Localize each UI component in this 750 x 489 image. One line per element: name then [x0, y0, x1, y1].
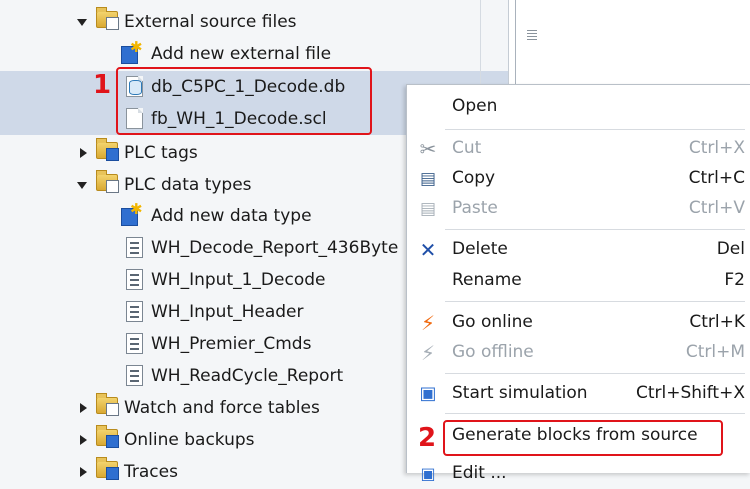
- tree-item-label: Online backups: [124, 430, 255, 450]
- tree-item-add-new-external-file[interactable]: ✱ Add new external file: [0, 38, 508, 70]
- details-splitter[interactable]: [515, 0, 516, 95]
- data-type-icon: [126, 301, 143, 322]
- data-types-folder-icon: [96, 170, 119, 193]
- menu-item-label: Cut: [452, 138, 482, 158]
- menu-item-label: Paste: [452, 198, 498, 218]
- menu-item-shortcut: Ctrl+Shift+X: [635, 383, 745, 403]
- menu-item-shortcut: Ctrl+C: [688, 168, 745, 188]
- tree-item-label: Add new data type: [151, 206, 312, 226]
- menu-separator: [445, 301, 745, 302]
- expand-arrow-icon[interactable]: [77, 19, 87, 26]
- tree-item-label: PLC data types: [124, 175, 252, 195]
- tree-item-label: WH_Decode_Report_436Byte: [151, 238, 399, 258]
- scissors-icon: ✂: [419, 137, 437, 161]
- go-online-icon: ⚡: [420, 311, 436, 335]
- delete-x-icon: ✕: [419, 238, 437, 262]
- expand-arrow-icon[interactable]: [77, 182, 87, 189]
- menu-item-label: Copy: [452, 168, 496, 188]
- menu-item-label: Edit ...: [452, 463, 507, 483]
- menu-item-shortcut: F2: [724, 270, 745, 290]
- menu-item-shortcut: Del: [716, 239, 745, 259]
- menu-separator: [445, 129, 745, 130]
- external-sources-folder-icon: [96, 7, 119, 30]
- go-offline-icon: ⚡: [420, 341, 436, 365]
- menu-item-open[interactable]: Open: [407, 92, 750, 122]
- menu-item-paste[interactable]: ▤ Paste Ctrl+V: [407, 194, 750, 224]
- menu-item-copy[interactable]: ▤ Copy Ctrl+C: [407, 164, 750, 194]
- tree-item-label: WH_Premier_Cmds: [151, 334, 312, 354]
- tree-item-label: WH_Input_1_Decode: [151, 270, 326, 290]
- add-new-icon: ✱: [119, 200, 143, 226]
- menu-separator: [445, 229, 745, 230]
- menu-item-rename[interactable]: Rename F2: [407, 266, 750, 296]
- menu-separator: [445, 373, 745, 374]
- menu-item-shortcut: Ctrl+M: [685, 342, 745, 362]
- tree-item-label: WH_ReadCycle_Report: [151, 366, 344, 386]
- context-menu: Open ✂ Cut Ctrl+X ▤ Copy Ctrl+C ▤ Paste …: [406, 84, 750, 483]
- tree-item-label: External source files: [124, 12, 297, 32]
- expand-arrow-icon[interactable]: [80, 467, 87, 477]
- menu-item-cut[interactable]: ✂ Cut Ctrl+X: [407, 134, 750, 164]
- expand-arrow-icon[interactable]: [80, 435, 87, 445]
- menu-item-label: Rename: [452, 270, 522, 290]
- online-backups-folder-icon: [96, 425, 119, 448]
- tree-item-label: Traces: [124, 462, 178, 482]
- drag-handle-icon[interactable]: [527, 30, 537, 40]
- menu-item-delete[interactable]: ✕ Delete Del: [407, 235, 750, 265]
- expand-arrow-icon[interactable]: [80, 148, 87, 158]
- watch-tables-folder-icon: [96, 393, 119, 416]
- menu-item-label: Go online: [452, 312, 533, 332]
- callout-box-2: [443, 420, 723, 456]
- tree-item-label: Add new external file: [151, 44, 332, 64]
- callout-box-1: [116, 67, 372, 135]
- data-type-icon: [126, 269, 143, 290]
- data-type-icon: [126, 237, 143, 258]
- menu-item-start-simulation[interactable]: ▣ Start simulation Ctrl+Shift+X: [407, 379, 750, 409]
- menu-item-label: Open: [452, 96, 498, 116]
- data-type-icon: [126, 365, 143, 386]
- tree-item-label: Watch and force tables: [124, 398, 320, 418]
- data-type-icon: [126, 333, 143, 354]
- tree-item-external-source-files[interactable]: External source files: [0, 6, 508, 38]
- menu-item-label: Start simulation: [452, 383, 588, 403]
- add-new-icon: ✱: [119, 38, 143, 64]
- menu-separator: [445, 413, 745, 414]
- callout-number-1: 1: [93, 70, 112, 100]
- menu-item-label: Go offline: [452, 342, 534, 362]
- menu-item-shortcut: Ctrl+V: [688, 198, 745, 218]
- menu-item-go-online[interactable]: ⚡ Go online Ctrl+K: [407, 308, 750, 338]
- paste-icon: ▤: [419, 199, 437, 219]
- simulation-monitor-icon: ▣: [419, 383, 437, 404]
- copy-icon: ▤: [419, 169, 437, 189]
- tree-item-label: PLC tags: [124, 143, 198, 163]
- edit-icon: ▣: [420, 464, 436, 483]
- menu-item-edit[interactable]: ▣ Edit ...: [407, 459, 750, 489]
- callout-number-2: 2: [418, 423, 437, 453]
- expand-arrow-icon[interactable]: [80, 403, 87, 413]
- menu-item-label: Delete: [452, 239, 508, 259]
- tree-item-label: WH_Input_Header: [151, 302, 304, 322]
- menu-item-shortcut: Ctrl+X: [688, 138, 745, 158]
- plc-tags-folder-icon: [96, 138, 119, 161]
- traces-folder-icon: [96, 457, 119, 480]
- menu-item-go-offline[interactable]: ⚡ Go offline Ctrl+M: [407, 338, 750, 368]
- menu-item-shortcut: Ctrl+K: [689, 312, 745, 332]
